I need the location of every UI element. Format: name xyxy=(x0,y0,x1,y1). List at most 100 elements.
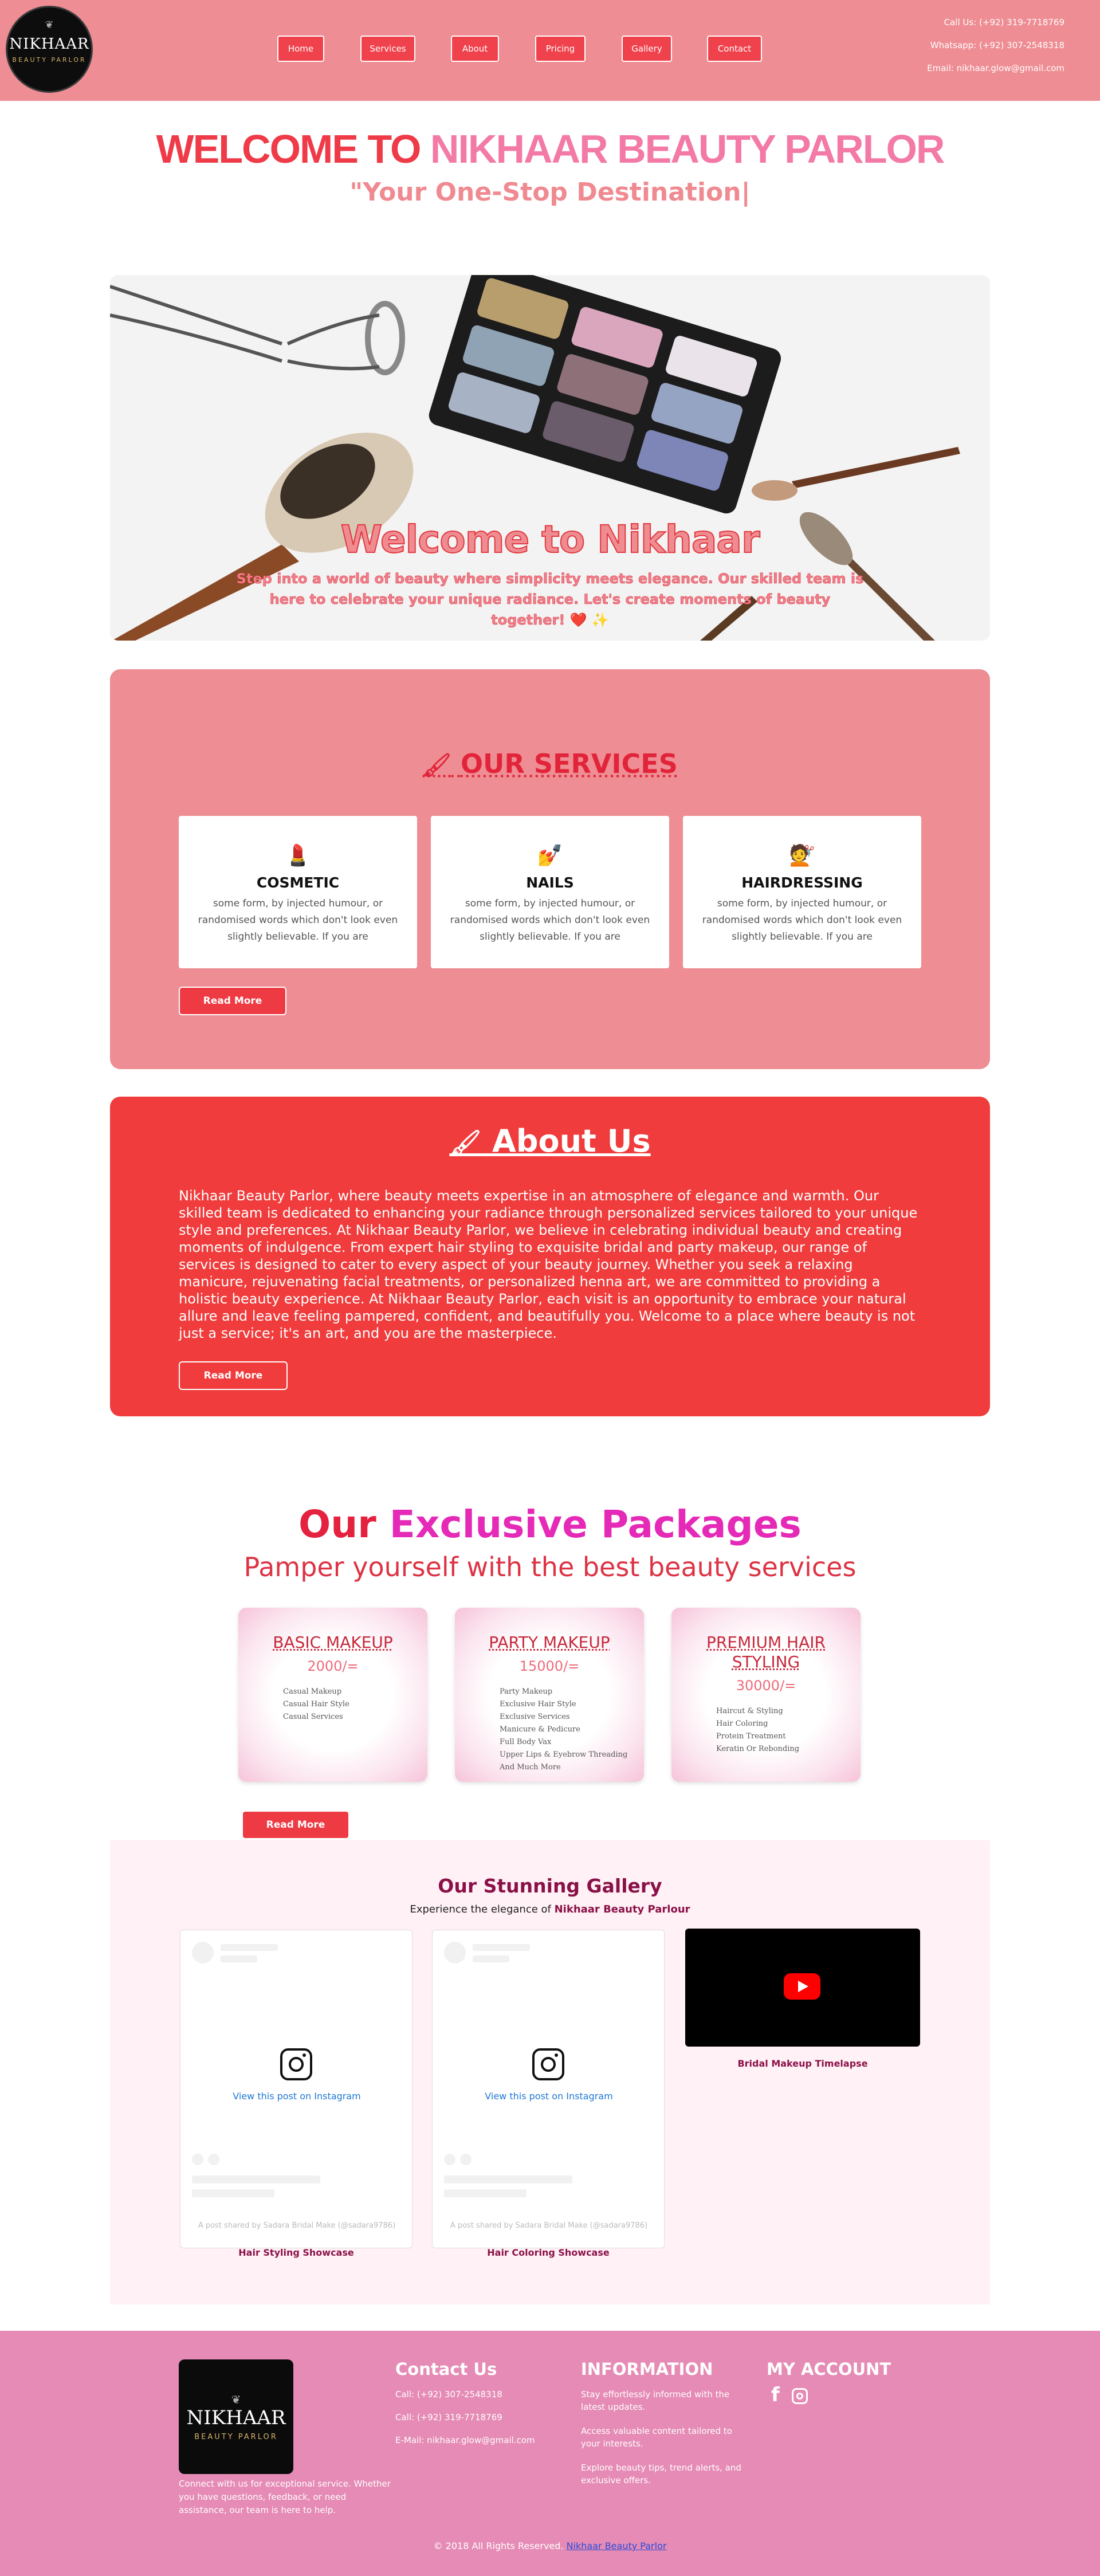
placeholder-bar xyxy=(444,2189,527,2197)
play-button-icon[interactable] xyxy=(784,1973,820,2000)
packages-subtitle: Pamper yourself with the best beauty ser… xyxy=(243,1552,857,1582)
comment-icon xyxy=(460,2154,472,2165)
package-feature: Haircut & Styling xyxy=(716,1707,783,1715)
service-desc: some form, by injected humour, or random… xyxy=(198,898,398,943)
logo-name: NIKHAAR xyxy=(9,35,89,53)
package-name: PREMIUM HAIR STYLING xyxy=(706,1633,826,1671)
nav-pricing[interactable]: Pricing xyxy=(535,36,586,62)
view-on-instagram-link[interactable]: View this post on Instagram xyxy=(433,2091,665,2102)
instagram-icon[interactable] xyxy=(792,2388,808,2404)
package-feature: Hair Coloring xyxy=(716,1719,768,1728)
crown-icon: ❦ xyxy=(231,2392,241,2406)
package-feature: Casual Makeup xyxy=(283,1687,342,1696)
package-price: 2000/= xyxy=(307,1658,359,1674)
package-price: 15000/= xyxy=(519,1658,580,1674)
footer-contact-title: Contact Us xyxy=(395,2359,497,2379)
placeholder-bar xyxy=(444,2176,572,2184)
package-feature: Casual Services xyxy=(283,1713,343,1721)
header-email: Email: nikhaar.glow@gmail.com xyxy=(927,63,1064,73)
nav-home[interactable]: Home xyxy=(277,36,324,62)
youtube-embed[interactable] xyxy=(685,1929,920,2047)
services-section: 🖌 OUR SERVICES 💄 COSMETIC some form, by … xyxy=(110,669,990,1069)
facebook-icon[interactable]: f xyxy=(771,2383,780,2406)
site-footer: ❦ NIKHAAR BEAUTY PARLOR Connect with us … xyxy=(0,2331,1100,2576)
placeholder-bar xyxy=(221,1944,278,1951)
nav-about[interactable]: About xyxy=(451,36,499,62)
service-desc: some form, by injected humour, or random… xyxy=(450,898,650,943)
welcome-part1: WELCOME TO xyxy=(156,127,422,171)
copyright-text: © 2018 All Rights Reserved. xyxy=(433,2540,564,2551)
placeholder-bar xyxy=(192,2189,274,2197)
packages-title: Our Exclusive Packages xyxy=(0,1502,1100,1546)
about-title: 🖌 About Us xyxy=(110,1123,990,1159)
footer-logo-sub: BEAUTY PARLOR xyxy=(194,2432,278,2441)
instagram-embed-1[interactable]: View this post on Instagram A post share… xyxy=(180,1930,412,2248)
gallery-title: Our Stunning Gallery xyxy=(438,1875,662,1897)
services-title-text: OUR SERVICES xyxy=(460,748,678,779)
cosmetics-icon: 💄 xyxy=(285,844,311,867)
comment-icon xyxy=(208,2154,219,2165)
service-name: NAILS xyxy=(526,874,574,891)
package-feature: Upper Lips & Eyebrow Threading xyxy=(500,1750,628,1759)
services-title: 🖌 OUR SERVICES xyxy=(110,748,990,779)
package-card-premium[interactable]: PREMIUM HAIR STYLING 30000/= Haircut & S… xyxy=(671,1608,861,1782)
gallery-section: Our Stunning Gallery Experience the eleg… xyxy=(110,1840,990,2304)
instagram-caption: A post shared by Sadara Bridal Make (@sa… xyxy=(198,2221,396,2230)
package-feature: Party Makeup xyxy=(500,1687,553,1696)
package-features: Party Makeup Exclusive Hair Style Exclus… xyxy=(500,1686,644,1774)
services-read-more-button[interactable]: Read More xyxy=(179,987,286,1015)
gallery-label-1: Hair Styling Showcase xyxy=(238,2247,354,2258)
instagram-icon xyxy=(280,2048,312,2080)
nav-gallery[interactable]: Gallery xyxy=(622,36,672,62)
footer-description: Connect with us for exceptional service.… xyxy=(179,2479,391,2515)
logo[interactable]: ❦ NIKHAAR BEAUTY PARLOR xyxy=(6,6,93,93)
packages-title-part1: Our xyxy=(298,1502,376,1546)
welcome-part2: NIKHAAR BEAUTY PARLOR xyxy=(430,127,945,171)
gallery-subtitle: Experience the elegance of Nikhaar Beaut… xyxy=(110,1903,990,1915)
packages-title-part2: Exclusive Packages xyxy=(389,1502,802,1546)
service-card-cosmetic[interactable]: 💄 COSMETIC some form, by injected humour… xyxy=(179,816,417,968)
footer-contact-line[interactable]: Call: (+92) 307-2548318 xyxy=(395,2388,502,2401)
hero-banner: Welcome to Nikhaar Step into a world of … xyxy=(110,275,990,641)
placeholder-bar xyxy=(473,1944,530,1951)
nav-services[interactable]: Services xyxy=(360,36,415,62)
heart-icon xyxy=(192,2154,203,2165)
footer-contact-line[interactable]: Call: (+92) 319-7718769 xyxy=(395,2411,502,2424)
footer-info-line: Stay effortlessly informed with the late… xyxy=(581,2389,730,2412)
hairdresser-icon: 💇 xyxy=(789,844,815,867)
package-feature: Protein Treatment xyxy=(716,1732,786,1741)
hero-title: Welcome to Nikhaar xyxy=(340,517,760,562)
about-read-more-button[interactable]: Read More xyxy=(179,1361,288,1390)
footer-contact-line[interactable]: E-Mail: nikhaar.glow@gmail.com xyxy=(395,2434,535,2447)
service-card-hairdressing[interactable]: 💇 HAIRDRESSING some form, by injected hu… xyxy=(683,816,921,968)
service-card-nails[interactable]: 💅 NAILS some form, by injected humour, o… xyxy=(431,816,669,968)
heart-icon xyxy=(444,2154,455,2165)
package-card-basic[interactable]: BASIC MAKEUP 2000/= Casual Makeup Casual… xyxy=(238,1608,427,1782)
gallery-subtitle-highlight: Nikhaar Beauty Parlour xyxy=(554,1903,690,1915)
instagram-embed-2[interactable]: View this post on Instagram A post share… xyxy=(432,1930,665,2248)
footer-logo[interactable]: ❦ NIKHAAR BEAUTY PARLOR xyxy=(179,2359,293,2474)
package-card-party[interactable]: PARTY MAKEUP 15000/= Party Makeup Exclus… xyxy=(455,1608,644,1782)
welcome-tagline: "Your One-Stop Destination| xyxy=(349,178,751,207)
package-feature: Exclusive Hair Style xyxy=(500,1700,576,1709)
service-name: HAIRDRESSING xyxy=(741,874,863,891)
hero-text: Step into a world of beauty where simpli… xyxy=(236,571,864,629)
service-name: COSMETIC xyxy=(256,874,340,891)
header-call: Call Us: (+92) 319-7718769 xyxy=(944,17,1064,28)
nav-contact[interactable]: Contact xyxy=(707,36,762,62)
about-text: Nikhaar Beauty Parlor, where beauty meet… xyxy=(179,1188,918,1341)
view-on-instagram-link[interactable]: View this post on Instagram xyxy=(180,2091,413,2102)
brush-icon: 🖌 xyxy=(422,752,451,779)
package-feature: Manicure & Pedicure xyxy=(500,1725,580,1734)
avatar xyxy=(444,1942,466,1964)
packages-read-more-button[interactable]: Read More xyxy=(242,1811,349,1839)
copyright-link[interactable]: Nikhaar Beauty Parlor xyxy=(567,2540,667,2551)
package-feature: Exclusive Services xyxy=(500,1713,570,1721)
package-feature: Casual Hair Style xyxy=(283,1700,349,1709)
gallery-label-3: Bridal Makeup Timelapse xyxy=(737,2058,868,2069)
placeholder-bar xyxy=(192,2176,320,2184)
nail-polish-icon: 💅 xyxy=(537,844,563,867)
crown-icon: ❦ xyxy=(45,19,54,31)
package-features: Haircut & Styling Hair Coloring Protein … xyxy=(716,1705,861,1756)
placeholder-bar xyxy=(473,1955,509,1962)
